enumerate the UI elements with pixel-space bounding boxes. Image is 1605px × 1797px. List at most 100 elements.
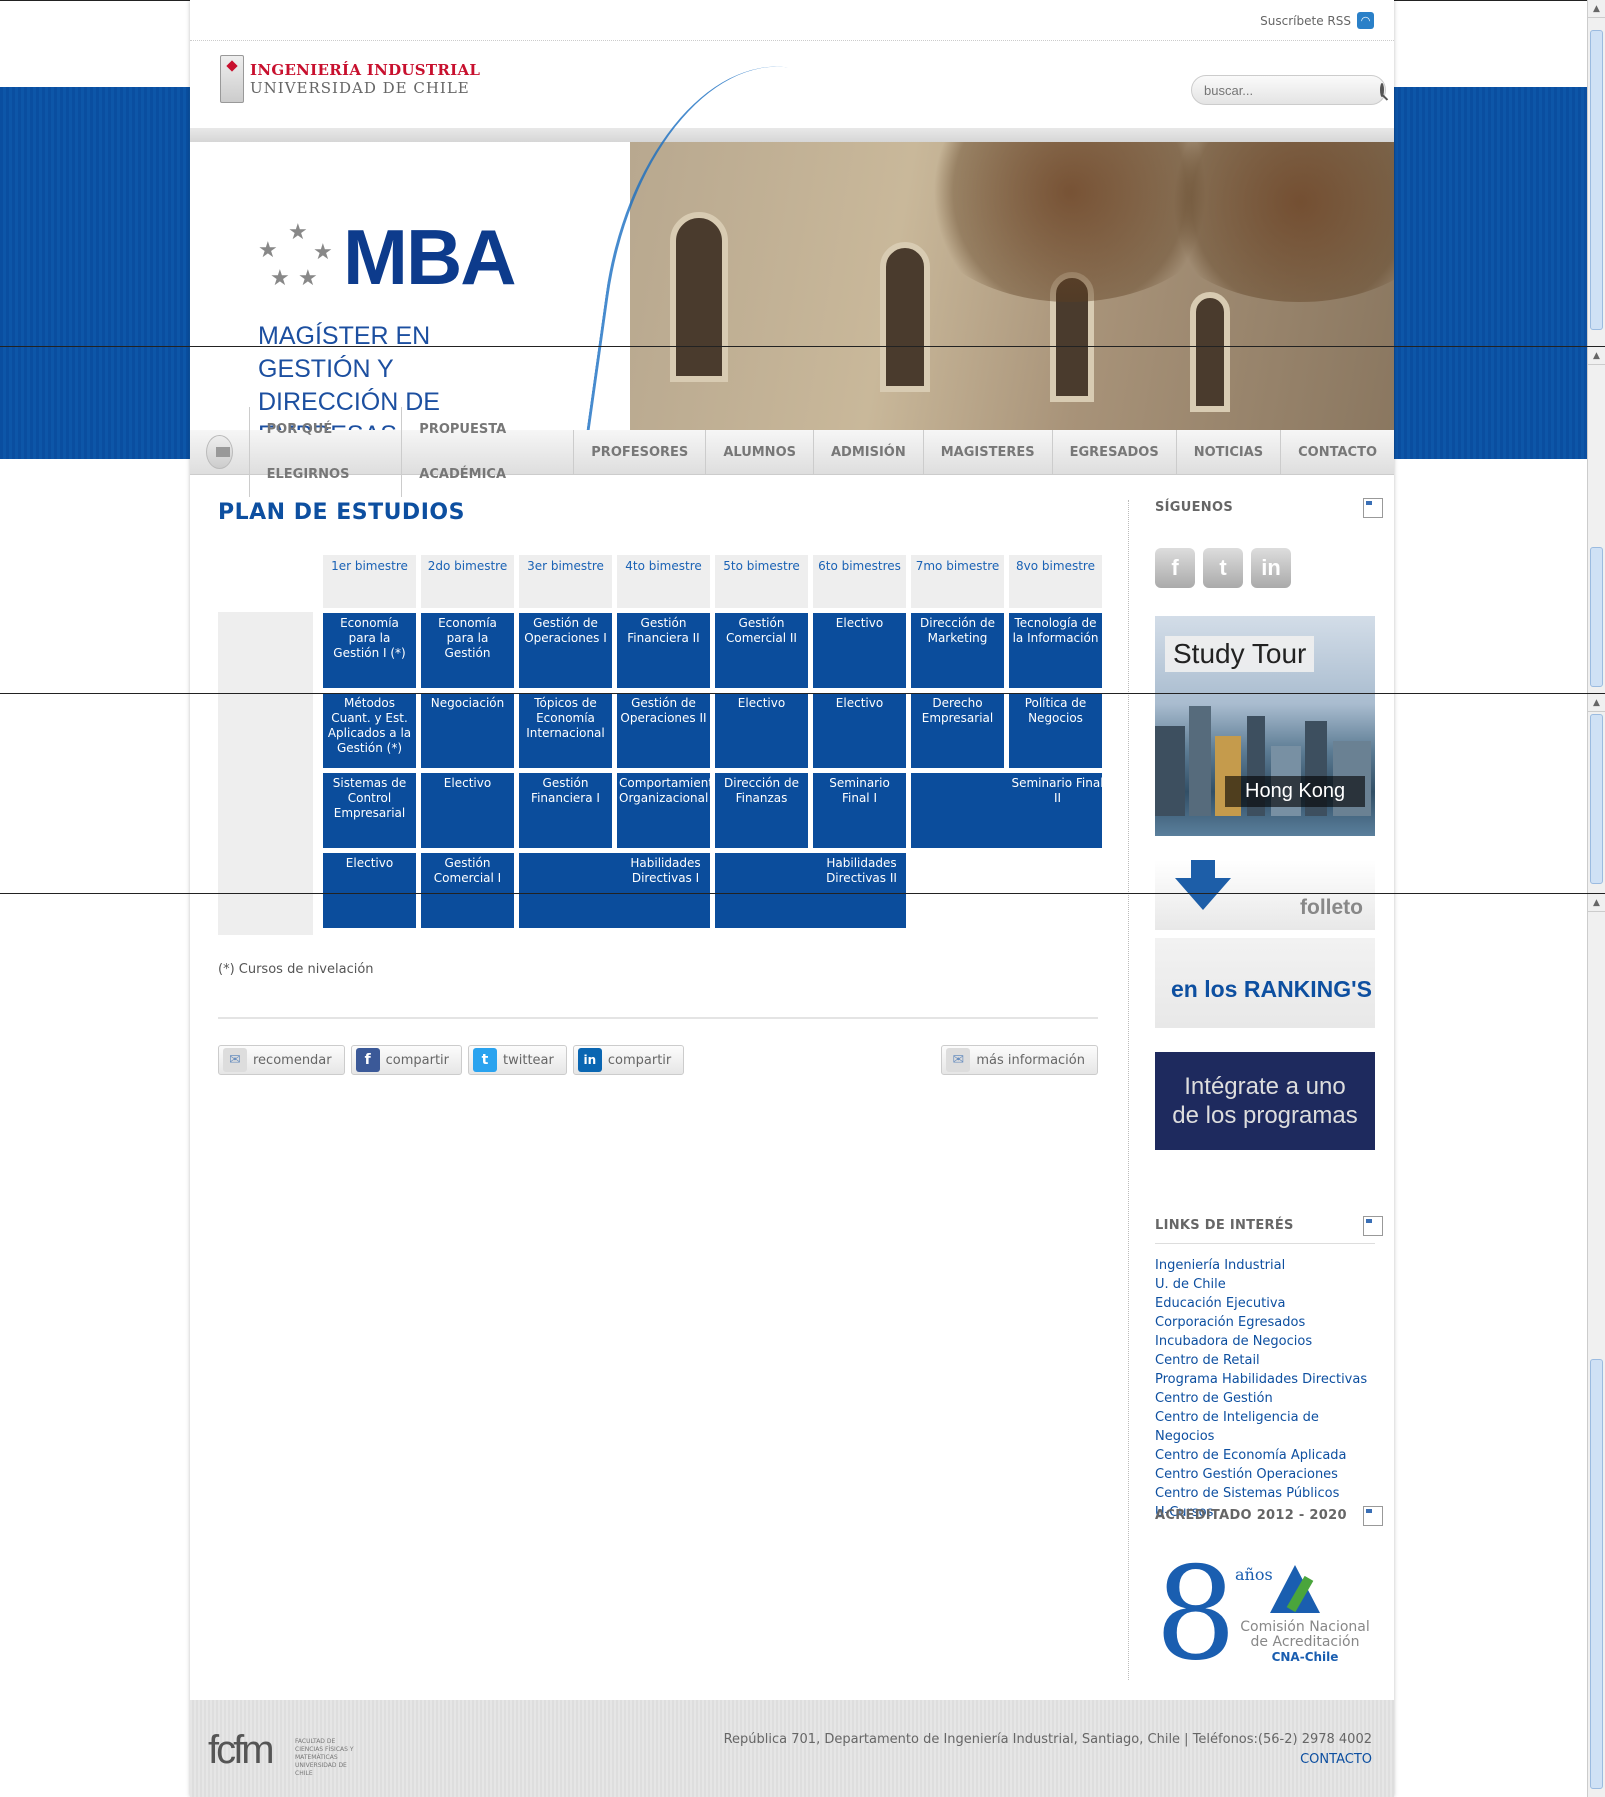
main-content: PLAN DE ESTUDIOS 1er bimestre 2do bimest… [218,500,1102,1075]
frame-divider [0,693,1605,694]
facebook-icon[interactable]: f [1155,548,1195,588]
search-input[interactable] [1204,82,1380,98]
linkedin-share-label: compartir [607,1052,672,1068]
course-cell: Economía para la Gestión [421,613,514,688]
more-info-label: más información [976,1052,1085,1068]
site-logo[interactable]: INGENIERÍA INDUSTRIAL UNIVERSIDAD DE CHI… [220,55,480,103]
rss-icon[interactable]: ◠ [1357,12,1374,29]
nav-propuesta-academica[interactable]: PROPUESTA ACADÉMICA [401,407,573,497]
programs-label: Intégrate a uno de los programas [1155,1072,1375,1130]
course-cell: Electivo [323,853,416,928]
rss-subscribe-link[interactable]: Suscríbete RSS ◠ [1260,12,1374,29]
scrollbar[interactable]: ▲ [1587,0,1605,347]
link-u-de-chile[interactable]: U. de Chile [1155,1275,1375,1294]
course-cell: Habilidades Directivas I [519,853,710,928]
course-cell: Gestión Comercial I [421,853,514,928]
rankings-banner[interactable]: en los RANKING'S [1155,938,1375,1028]
more-info-button[interactable]: ✉ más información [941,1045,1098,1075]
links-list: Ingeniería Industrial U. de Chile Educac… [1155,1256,1375,1522]
course-cell: Negociación [421,693,514,768]
course-cell: Electivo [421,773,514,848]
course-cell: Electivo [813,693,906,768]
link-centro-retail[interactable]: Centro de Retail [1155,1351,1375,1370]
hero-banner: ★ ★ ★ ★ ★ MBA MAGÍSTER EN GESTIÓN Y DIRECCIÓ… [190,46,1394,498]
cna-accreditation-logo[interactable]: 8 años Comisión Nacional de Acreditación… [1155,1550,1375,1680]
top-divider [190,40,1394,41]
linkedin-share-button[interactable]: in compartir [572,1045,685,1075]
cna-label-line-3: CNA-Chile [1271,1650,1339,1664]
study-tour-banner[interactable]: Study Tour Hong Kong [1155,616,1375,836]
brochure-label: folleto [1300,896,1363,919]
nav-profesores[interactable]: PROFESORES [573,429,705,475]
scrollbar[interactable]: ▲ [1587,694,1605,893]
mba-logo: ★ ★ ★ ★ ★ MBA MAGÍSTER EN GESTIÓN Y DIRECCIÓ… [238,192,538,449]
nav-alumnos[interactable]: ALUMNOS [705,429,813,475]
logo-line-1: INGENIERÍA INDUSTRIAL [250,61,481,79]
link-educacion-ejecutiva[interactable]: Educación Ejecutiva [1155,1294,1375,1313]
course-cell: Derecho Empresarial [911,693,1004,768]
stars-icon: ★ ★ ★ ★ ★ [258,220,333,291]
course-cell: Sistemas de Control Empresarial [323,773,416,848]
twitter-share-label: twittear [503,1052,554,1068]
scrollbar[interactable]: ▲ [1587,894,1605,1797]
download-arrow-icon [1175,860,1231,910]
accreditation-years-label: años [1235,1565,1273,1584]
share-bar: ✉ recomendar f compartir t twittear in compa… [218,1045,685,1075]
twitter-share-button[interactable]: t twittear [468,1045,567,1075]
recommend-button[interactable]: ✉ recomendar [218,1045,345,1075]
nav-por-que-elegirnos[interactable]: POR QUÉ ELEGIRNOS [248,407,402,497]
link-incubadora[interactable]: Incubadora de Negocios [1155,1332,1375,1351]
sidebar: SÍGUENOS f t in Study Tour Hong Kong fol… [1155,498,1383,1680]
linkedin-icon[interactable]: in [1251,548,1291,588]
link-centro-inteligencia[interactable]: Centro de Inteligencia de Negocios [1155,1408,1375,1446]
course-cell: Gestión Financiera I [519,773,612,848]
link-ingenieria-industrial[interactable]: Ingeniería Industrial [1155,1256,1375,1275]
home-icon[interactable] [206,435,233,469]
link-sistemas-publicos[interactable]: Centro de Sistemas Públicos [1155,1484,1375,1503]
facebook-share-button[interactable]: f compartir [350,1045,463,1075]
course-cell: Electivo [813,613,906,688]
cna-label-line-2: de Acreditación [1250,1634,1360,1650]
fcfm-logo[interactable]: fcfm [208,1728,275,1773]
university-crest-icon [220,55,244,103]
nav-noticias[interactable]: NOTICIAS [1175,429,1280,475]
programs-banner[interactable]: Intégrate a uno de los programas [1155,1052,1375,1150]
link-centro-operaciones[interactable]: Centro Gestión Operaciones [1155,1465,1375,1484]
footer-contact-link[interactable]: CONTACTO [724,1750,1372,1770]
cna-label: Comisión Nacional de Acreditación CNA-Ch… [1235,1620,1375,1665]
link-corporacion-egresados[interactable]: Corporación Egresados [1155,1313,1375,1332]
brochure-banner[interactable]: folleto [1155,860,1375,930]
link-habilidades-directivas[interactable]: Programa Habilidades Directivas [1155,1370,1375,1389]
nav-magisteres[interactable]: MAGISTERES [922,429,1052,475]
link-centro-economia[interactable]: Centro de Economía Aplicada [1155,1446,1375,1465]
scrollbar[interactable]: ▲ [1587,347,1605,693]
widget-rss-icon[interactable] [1363,1216,1383,1236]
programs-line-2: de los programas [1172,1102,1358,1129]
widget-rss-icon[interactable] [1363,1506,1383,1526]
twitter-icon[interactable]: t [1203,548,1243,588]
course-cell: Política de Negocios [1009,693,1102,768]
linkedin-icon: in [577,1048,602,1072]
course-cell: Seminario Final I [813,773,906,848]
column-header: 5to bimestre [715,555,808,608]
accreditation-years-number: 8 [1155,1540,1237,1689]
course-cell-text: Habilidades Directivas II [826,856,897,885]
course-cell-text: Habilidades Directivas I [630,856,701,885]
rss-label[interactable]: Suscríbete RSS [1260,14,1351,28]
nav-contacto[interactable]: CONTACTO [1280,429,1394,475]
search-icon[interactable] [1380,83,1384,97]
link-centro-gestion[interactable]: Centro de Gestión [1155,1389,1375,1408]
nav-egresados[interactable]: EGRESADOS [1051,429,1176,475]
study-tour-title: Study Tour [1165,636,1315,672]
column-header: 1er bimestre [323,555,416,608]
nav-admision[interactable]: ADMISIÓN [812,429,923,475]
sidebar-divider [1128,500,1129,1680]
course-cell: Seminario Final II [911,773,1102,848]
row-label-column [218,612,313,935]
leveling-courses-note: (*) Cursos de nivelación [218,962,374,977]
envelope-icon: ✉ [223,1048,247,1072]
frame-divider [0,346,1605,347]
accreditation-title: ACREDITADO 2012 - 2020 [1155,1508,1347,1523]
widget-rss-icon[interactable] [1363,498,1383,518]
course-cell: Gestión Financiera II [617,613,710,688]
